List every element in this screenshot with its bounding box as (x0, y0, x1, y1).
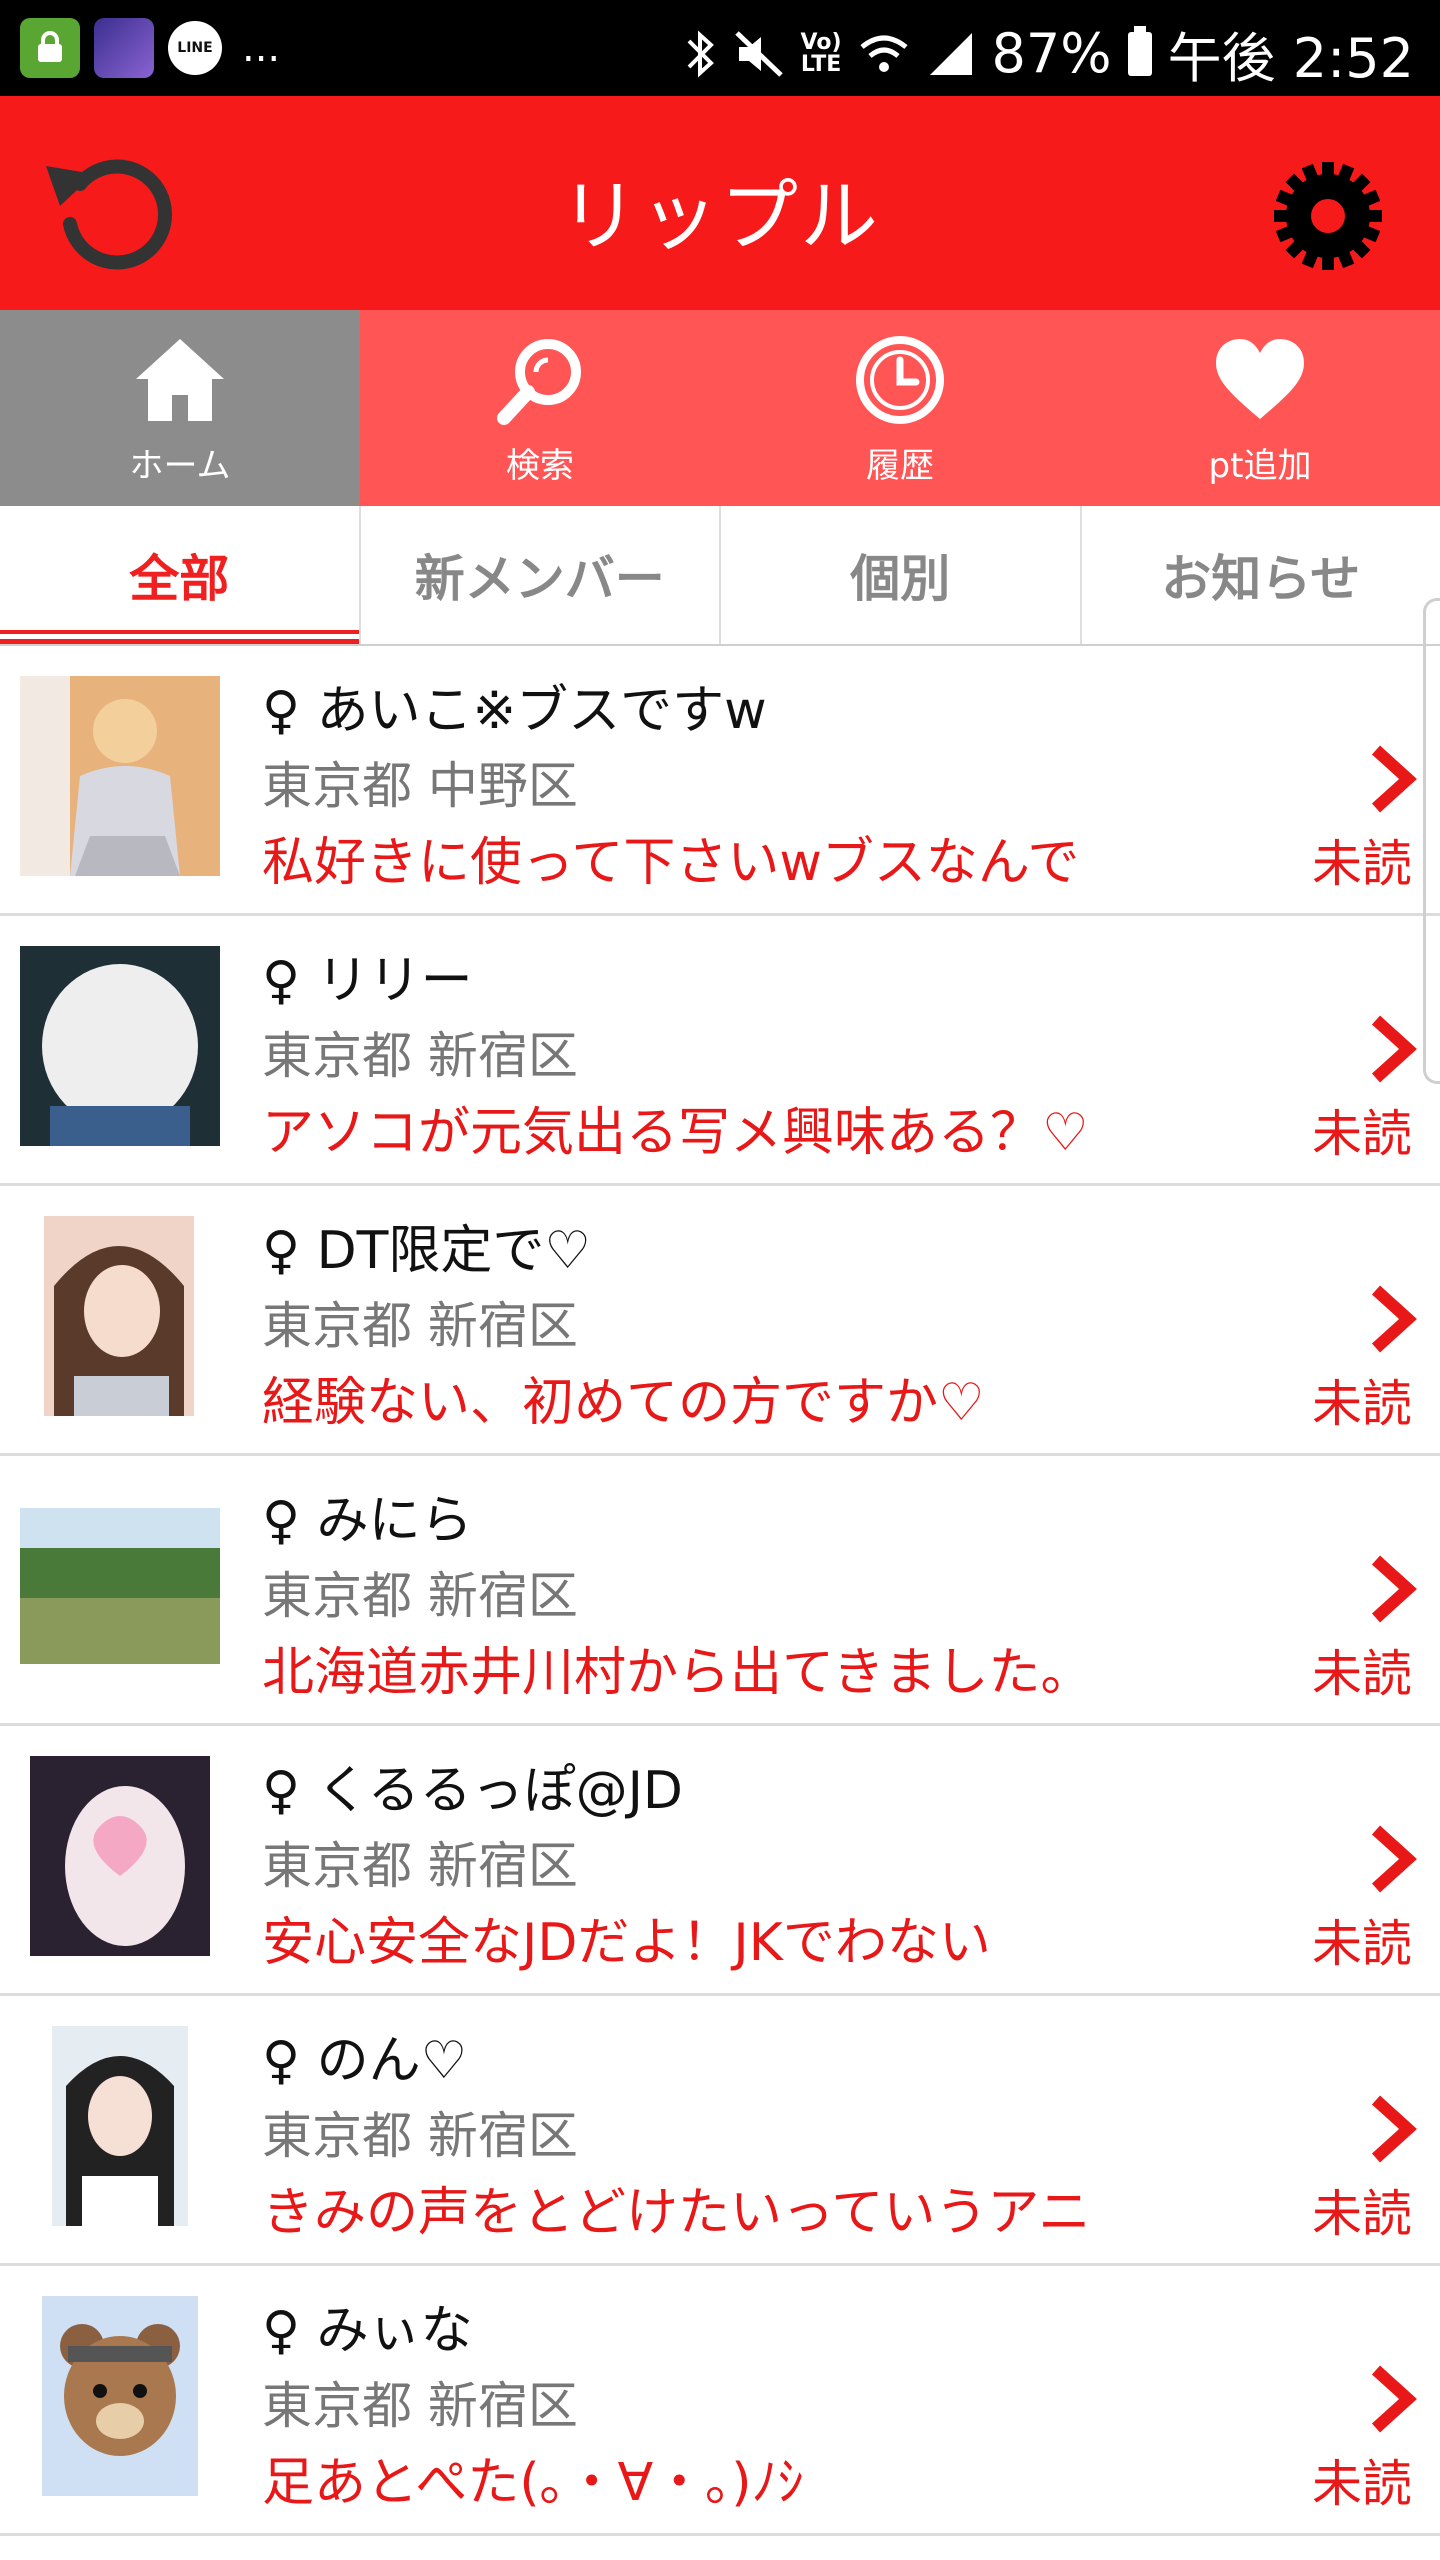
unread-label: 未読 (1312, 2185, 1412, 2243)
avatar (30, 1756, 210, 1956)
user-location: 東京都 中野区 (262, 757, 578, 815)
clock-time: 午後 2:52 (1167, 27, 1414, 90)
avatar (20, 1508, 220, 1664)
list-item[interactable]: ♀ くるるっぽ@JD 東京都 新宿区 安心安全なJDだよ！JKでわない 未読 (0, 1726, 1440, 1996)
search-icon (490, 330, 590, 430)
list-item[interactable]: ♀ みにら 東京都 新宿区 北海道赤井川村から出てきました。 未読 (0, 1456, 1440, 1726)
wifi-icon (859, 35, 908, 72)
user-location: 東京都 新宿区 (262, 1567, 578, 1625)
unread-label: 未読 (1312, 2455, 1412, 2513)
status-bar: LINE ... Vo) LTE 87% 午後 2:52 (0, 0, 1440, 96)
tab-all[interactable]: 全部 (0, 506, 361, 644)
avatar (42, 2296, 198, 2496)
unread-label: 未読 (1312, 1105, 1412, 1163)
more-notifications: ... (242, 25, 281, 71)
message-filter-tabs: 全部 新メンバー 個別 お知らせ (0, 506, 1440, 646)
nav-history[interactable]: 履歴 (720, 310, 1080, 506)
user-name: ♀ みぃな (262, 2301, 473, 2361)
gallery-notification-icon (94, 18, 154, 78)
unread-label: 未読 (1312, 1915, 1412, 1973)
user-name: ♀ あいこ※ブスですw (262, 681, 767, 741)
main-nav: ホーム 検索 履歴 pt追加 (0, 310, 1440, 506)
user-name: ♀ くるるっぽ@JD (262, 1761, 683, 1821)
scroll-indicator[interactable] (1423, 598, 1440, 1084)
message-preview: 足あとぺた(｡・∀・｡)ﾉｼ (262, 2453, 804, 2513)
heart-icon (1210, 330, 1310, 430)
user-name: ♀ DT限定で♡ (262, 1221, 592, 1281)
message-preview: アソコが元気出る写メ興味ある？♡ (262, 1103, 1089, 1163)
clock-icon (850, 330, 950, 430)
line-notification-icon: LINE (168, 21, 222, 75)
chevron-right-icon (1371, 1285, 1417, 1353)
list-item[interactable]: ♀ のん♡ 東京都 新宿区 きみの声をとどけたいっていうアニ 未読 (0, 1996, 1440, 2266)
battery-percent: 87% (991, 22, 1112, 85)
avatar (44, 1216, 194, 1416)
chevron-right-icon (1371, 745, 1417, 813)
settings-button[interactable] (1268, 156, 1388, 276)
nav-history-label: 履歴 (866, 446, 934, 486)
chevron-right-icon (1371, 1555, 1417, 1623)
user-name: ♀ みにら (262, 1491, 473, 1551)
avatar (20, 676, 220, 876)
list-item[interactable]: ♀ リリー 東京都 新宿区 アソコが元気出る写メ興味ある？♡ 未読 (0, 916, 1440, 1186)
unread-label: 未読 (1312, 835, 1412, 893)
home-icon (130, 330, 230, 430)
list-item[interactable]: ♀ あいこ※ブスですw 東京都 中野区 私好きに使って下さいwブスなんで 未読 (0, 646, 1440, 916)
message-list: ♀ あいこ※ブスですw 東京都 中野区 私好きに使って下さいwブスなんで 未読 … (0, 646, 1440, 2536)
app-title: リップル (559, 172, 880, 262)
gear-icon (1274, 162, 1382, 270)
chevron-right-icon (1371, 2095, 1417, 2163)
signal-icon (929, 32, 972, 75)
user-location: 東京都 新宿区 (262, 2377, 578, 2435)
nav-add-points[interactable]: pt追加 (1080, 310, 1440, 506)
bluetooth-icon (687, 29, 714, 78)
battery-icon (1127, 25, 1152, 76)
list-item[interactable]: ♀ みぃな 東京都 新宿区 足あとぺた(｡・∀・｡)ﾉｼ 未読 (0, 2266, 1440, 2536)
chevron-right-icon (1371, 1015, 1417, 1083)
user-location: 東京都 新宿区 (262, 1027, 578, 1085)
set-chat-notification-icon (20, 18, 80, 78)
user-name: ♀ のん♡ (262, 2031, 468, 2091)
nav-search[interactable]: 検索 (360, 310, 720, 506)
avatar (20, 946, 220, 1146)
nav-add-points-label: pt追加 (1208, 446, 1312, 486)
tab-notices[interactable]: お知らせ (1082, 506, 1440, 644)
user-name: ♀ リリー (262, 951, 473, 1011)
chevron-right-icon (1371, 1825, 1417, 1893)
message-preview: 経験ない、初めての方ですか♡ (262, 1373, 985, 1433)
volte-indicator: Vo) LTE (800, 29, 842, 77)
message-preview: 私好きに使って下さいwブスなんで (262, 833, 1080, 893)
tab-new-members[interactable]: 新メンバー (361, 506, 721, 644)
nav-home[interactable]: ホーム (0, 310, 360, 506)
chevron-right-icon (1371, 2365, 1417, 2433)
unread-label: 未読 (1312, 1645, 1412, 1703)
user-location: 東京都 新宿区 (262, 1837, 578, 1895)
unread-label: 未読 (1312, 1375, 1412, 1433)
list-item[interactable]: ♀ DT限定で♡ 東京都 新宿区 経験ない、初めての方ですか♡ 未読 (0, 1186, 1440, 1456)
avatar (52, 2026, 188, 2226)
app-header: リップル (0, 96, 1440, 310)
message-preview: 北海道赤井川村から出てきました。 (262, 1643, 1093, 1703)
mute-icon (734, 30, 783, 77)
message-preview: きみの声をとどけたいっていうアニ (262, 2183, 1091, 2243)
message-preview: 安心安全なJDだよ！JKでわない (262, 1913, 991, 1973)
nav-home-label: ホーム (129, 446, 231, 486)
nav-search-label: 検索 (506, 446, 574, 486)
tab-individual[interactable]: 個別 (721, 506, 1082, 644)
user-location: 東京都 新宿区 (262, 1297, 578, 1355)
user-location: 東京都 新宿区 (262, 2107, 578, 2165)
